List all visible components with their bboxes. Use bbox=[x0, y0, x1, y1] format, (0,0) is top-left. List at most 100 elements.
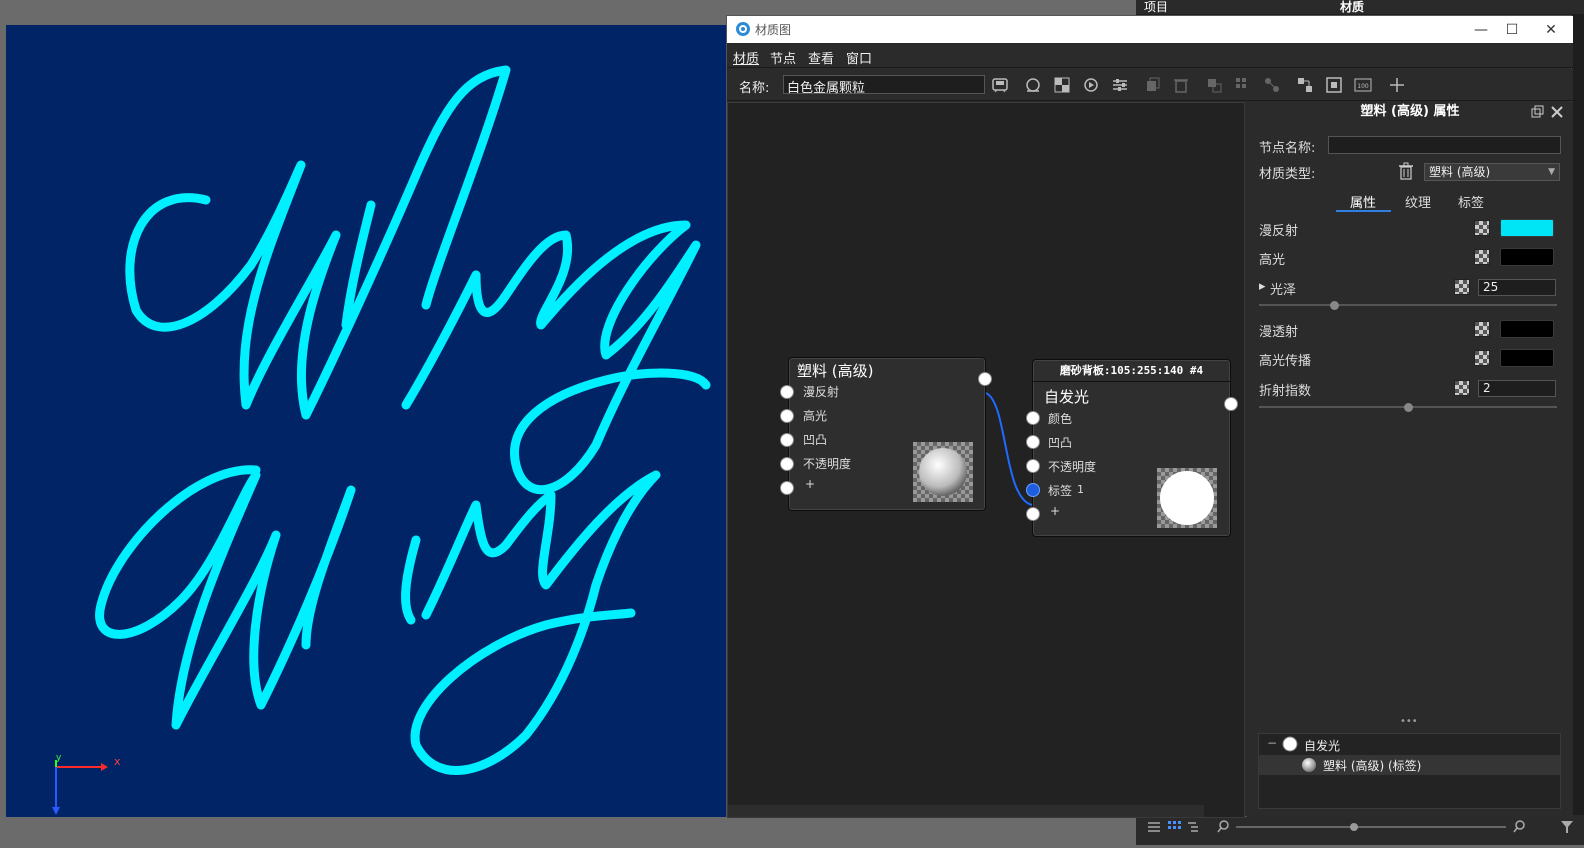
port-emissive-opacity-in[interactable] bbox=[1026, 459, 1040, 473]
material-tab[interactable]: 材质 bbox=[1340, 0, 1364, 15]
fit-view-icon[interactable] bbox=[1324, 75, 1344, 95]
material-type-select[interactable]: 塑料 (高级) ▼ bbox=[1424, 163, 1560, 181]
material-graph-window: 材质图 — ☐ ✕ 材质 节点 查看 窗口 名称: 白色金属颗粒 100 塑料 … bbox=[726, 15, 1573, 818]
connect-icon[interactable] bbox=[1387, 75, 1407, 95]
port-bump-in[interactable] bbox=[780, 433, 794, 447]
axis-gizmo bbox=[52, 760, 108, 815]
canvas-horizontal-scrollbar[interactable] bbox=[728, 805, 1204, 817]
port-opacity-in[interactable] bbox=[780, 457, 794, 471]
port-emissive-bump-in[interactable] bbox=[1026, 435, 1040, 449]
sphere-preview-icon[interactable] bbox=[1023, 75, 1043, 95]
window-title: 材质图 bbox=[755, 23, 792, 37]
transmission-color-swatch[interactable] bbox=[1500, 320, 1554, 338]
window-titlebar[interactable]: 材质图 — ☐ ✕ bbox=[727, 16, 1573, 43]
specular-color-swatch[interactable] bbox=[1500, 248, 1554, 266]
port-emissive-out[interactable] bbox=[1224, 397, 1238, 411]
menu-bar: 材质 节点 查看 窗口 bbox=[727, 43, 1573, 68]
node-name-input[interactable] bbox=[1328, 136, 1561, 154]
port-label-specular: 高光 bbox=[803, 409, 828, 423]
trash-icon[interactable] bbox=[1398, 162, 1414, 180]
node-header: 磨砂背板:105:255:140 #4 bbox=[1033, 360, 1230, 382]
ior-input[interactable]: 2 bbox=[1478, 380, 1556, 397]
ior-texture-icon[interactable] bbox=[1454, 380, 1470, 396]
plastic-preview-sphere bbox=[913, 442, 973, 502]
wing-wing-lettering bbox=[52, 65, 711, 815]
tree-child-label: 塑料 (高级) (标签) bbox=[1323, 759, 1422, 773]
gloss-slider-track[interactable] bbox=[1259, 304, 1557, 306]
node-plastic-advanced[interactable]: 塑料 (高级) 漫反射 高光 凹凸 不透明度 + bbox=[788, 357, 986, 511]
minimize-button[interactable]: — bbox=[1466, 19, 1496, 41]
node-emissive[interactable]: 磨砂背板:105:255:140 #4 自发光 颜色 凹凸 不透明度 标签 1 … bbox=[1032, 359, 1231, 537]
properties-panel: 塑料 (高级) 属性 节点名称: 材质类型: 塑料 (高级) ▼ 属性 纹理 标… bbox=[1247, 102, 1573, 818]
layout-icon[interactable] bbox=[1295, 75, 1315, 95]
port-label-opacity: 不透明度 bbox=[803, 457, 852, 471]
material-name-field[interactable]: 白色金属颗粒 bbox=[783, 75, 985, 96]
ior-label: 折射指数 bbox=[1259, 384, 1312, 399]
port-color-in[interactable] bbox=[1026, 411, 1040, 425]
port-emissive-add-in[interactable] bbox=[1026, 507, 1040, 521]
menu-material[interactable]: 材质 bbox=[733, 48, 759, 67]
specular-transmission-color-swatch[interactable] bbox=[1500, 349, 1554, 367]
3d-viewport[interactable]: x y bbox=[6, 25, 726, 817]
project-tab[interactable]: 项目 bbox=[1144, 0, 1168, 15]
delete-icon[interactable] bbox=[1171, 75, 1191, 95]
undock-icon[interactable] bbox=[1530, 105, 1544, 119]
specular-texture-icon[interactable] bbox=[1474, 249, 1490, 265]
bottom-toolbar-icons[interactable] bbox=[1136, 815, 1584, 845]
duplicate-icon[interactable] bbox=[1143, 75, 1163, 95]
tree-root-label[interactable]: 自发光 bbox=[1304, 737, 1340, 754]
node-graph-canvas[interactable]: 塑料 (高级) 漫反射 高光 凹凸 不透明度 + 磨砂背板:105:255:14… bbox=[727, 102, 1245, 818]
port-diffuse-in[interactable] bbox=[780, 385, 794, 399]
gloss-expand-icon[interactable]: ▸ bbox=[1259, 279, 1266, 294]
save-icon[interactable] bbox=[990, 75, 1010, 95]
gloss-input[interactable]: 25 bbox=[1478, 279, 1556, 296]
material-type-label: 材质类型: bbox=[1259, 167, 1316, 182]
diffuse-color-swatch[interactable] bbox=[1500, 219, 1554, 237]
tree-child-row[interactable]: 塑料 (高级) (标签) bbox=[1259, 755, 1560, 775]
tab-tags[interactable]: 标签 bbox=[1458, 192, 1484, 211]
collapse-icon[interactable]: − bbox=[1267, 736, 1277, 750]
material-tree: − 自发光 塑料 (高级) (标签) bbox=[1258, 733, 1561, 809]
material-type-value: 塑料 (高级) bbox=[1429, 165, 1491, 179]
splitter-handle[interactable]: ••• bbox=[1400, 716, 1418, 727]
zoom-100-icon[interactable]: 100 bbox=[1353, 75, 1373, 95]
refresh-icon[interactable] bbox=[1081, 75, 1101, 95]
gloss-texture-icon[interactable] bbox=[1454, 279, 1470, 295]
menu-window[interactable]: 窗口 bbox=[846, 48, 872, 67]
app-icon bbox=[736, 22, 750, 36]
port-plastic-out[interactable] bbox=[978, 372, 992, 386]
node-name-label: 节点名称: bbox=[1259, 141, 1316, 156]
specular-transmission-texture-icon[interactable] bbox=[1474, 350, 1490, 366]
transmission-label: 漫透射 bbox=[1259, 325, 1299, 340]
tab-attributes[interactable]: 属性 bbox=[1350, 192, 1376, 211]
menu-node[interactable]: 节点 bbox=[770, 48, 796, 67]
node-grid-icon[interactable] bbox=[1233, 75, 1253, 95]
checker-background-icon[interactable] bbox=[1052, 75, 1072, 95]
settings-sliders-icon[interactable] bbox=[1110, 75, 1130, 95]
port-add-in[interactable] bbox=[780, 481, 794, 495]
ior-slider-knob[interactable] bbox=[1404, 403, 1413, 412]
close-button[interactable]: ✕ bbox=[1536, 19, 1566, 41]
right-dock-header: 项目 材质 bbox=[1136, 0, 1584, 14]
node-link-icon[interactable] bbox=[1262, 75, 1282, 95]
tab-texture[interactable]: 纹理 bbox=[1405, 192, 1431, 211]
gloss-label: 光泽 bbox=[1270, 283, 1297, 298]
maximize-button[interactable]: ☐ bbox=[1497, 19, 1527, 41]
axis-y-label: y bbox=[56, 753, 62, 763]
right-bottom-toolbar bbox=[1136, 815, 1584, 845]
menu-view[interactable]: 查看 bbox=[808, 48, 834, 67]
gloss-slider-knob[interactable] bbox=[1329, 301, 1339, 310]
close-panel-icon[interactable] bbox=[1550, 105, 1564, 119]
node-add-icon[interactable] bbox=[1204, 75, 1224, 95]
diffuse-texture-icon[interactable] bbox=[1474, 220, 1490, 236]
properties-title: 塑料 (高级) 属性 bbox=[1247, 102, 1573, 122]
port-label-opacity: 不透明度 bbox=[1048, 460, 1097, 474]
port-tag-in[interactable] bbox=[1026, 483, 1040, 497]
port-label-color: 颜色 bbox=[1048, 412, 1073, 426]
port-specular-in[interactable] bbox=[780, 409, 794, 423]
port-label-add: + bbox=[1050, 504, 1061, 518]
transmission-texture-icon[interactable] bbox=[1474, 321, 1490, 337]
svg-text:100: 100 bbox=[1357, 83, 1369, 90]
active-tab-underline bbox=[1336, 210, 1391, 212]
specular-transmission-label: 高光传播 bbox=[1259, 354, 1312, 369]
